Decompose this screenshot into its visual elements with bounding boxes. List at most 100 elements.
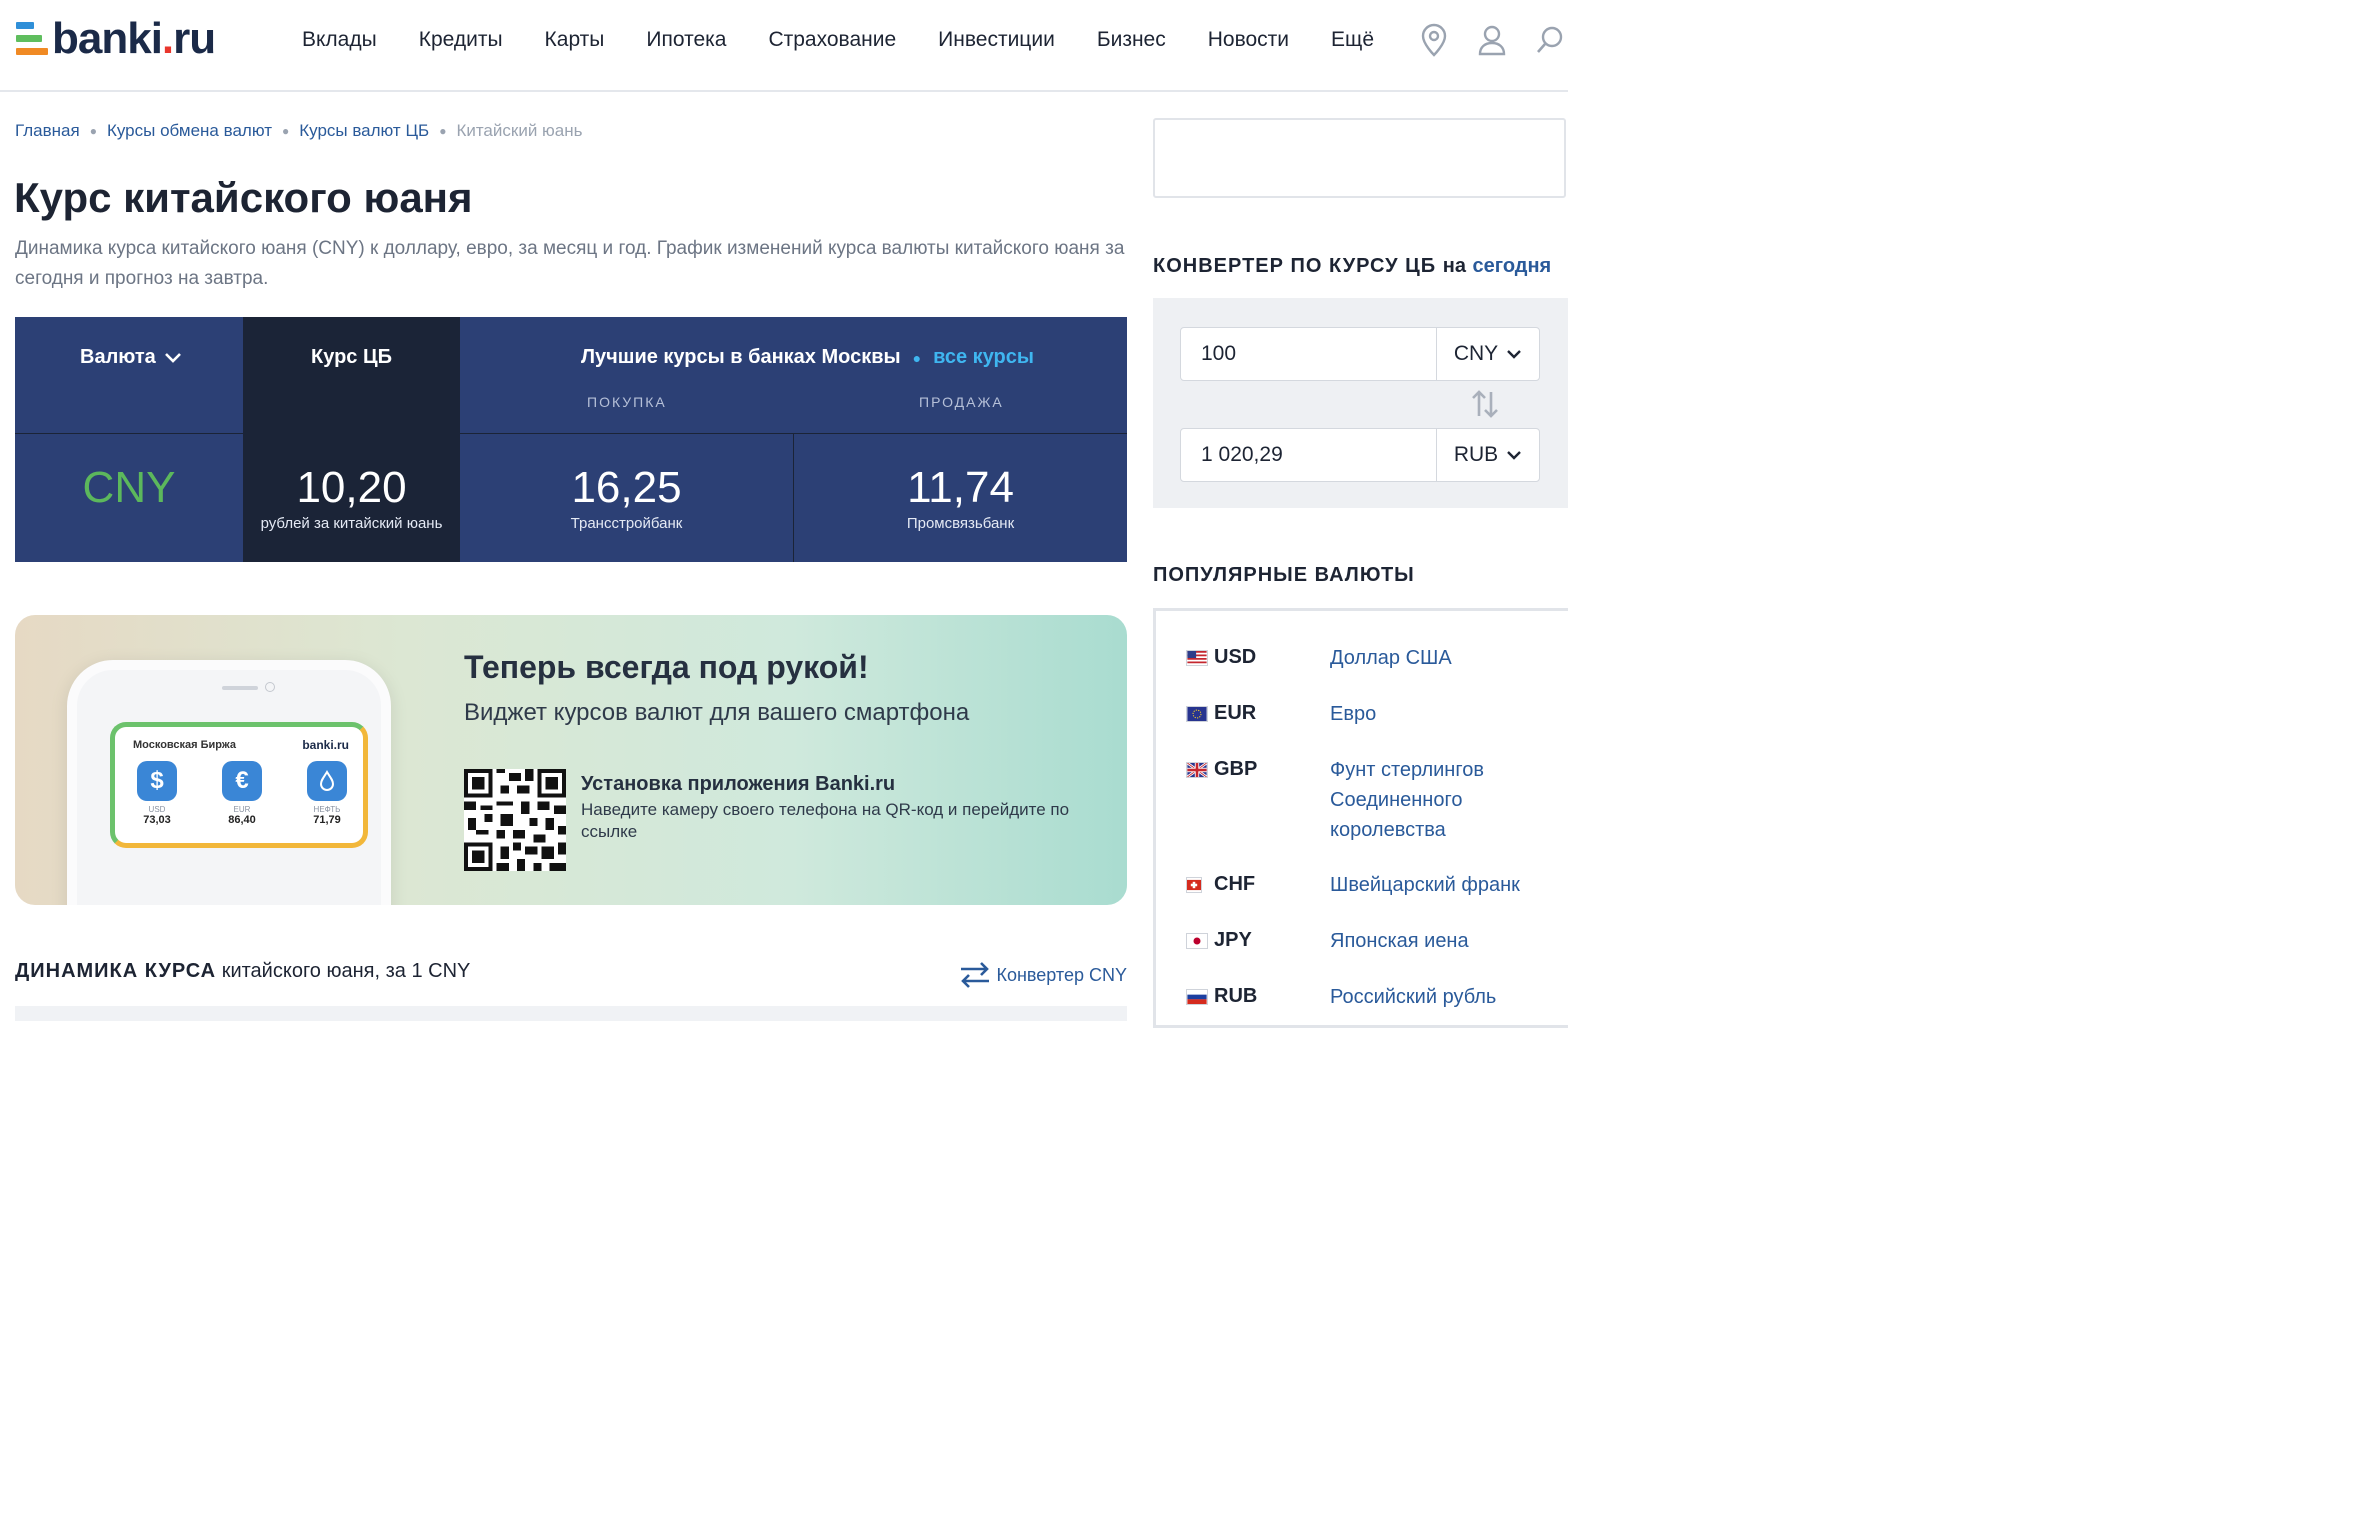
search-icon[interactable] — [1532, 22, 1568, 58]
currency-code: RUB — [1214, 985, 1258, 1007]
sell-label: ПРОДАЖА — [919, 394, 1004, 410]
location-icon[interactable] — [1416, 22, 1452, 58]
widget-exchange: Московская Биржа — [133, 739, 236, 751]
best-rates-label: Лучшие курсы в банках Москвы — [581, 346, 901, 368]
install-text: Наведите камеру своего телефона на QR-ко… — [581, 800, 1070, 841]
chevron-down-icon — [1507, 350, 1522, 359]
main-nav: Вклады Кредиты Карты Ипотека Страхование… — [302, 26, 1416, 54]
bullet: ● — [912, 349, 922, 366]
widget-item-oil: НЕФТЬ 71,79 — [297, 761, 357, 826]
cb-rate-header: Курс ЦБ — [311, 346, 392, 368]
converter-from-row: CNY — [1180, 327, 1540, 381]
all-rates-link[interactable]: все курсы — [933, 346, 1034, 369]
converter-from-input[interactable] — [1181, 328, 1437, 380]
converter-to-currency: RUB — [1453, 443, 1499, 466]
list-item: USD Доллар США — [1186, 646, 1550, 673]
currency-link[interactable]: Доллар США — [1330, 643, 1550, 673]
converter-title: КОНВЕРТЕР ПО КУРСУ ЦБ на сегодня — [1153, 255, 1551, 278]
currency-converter: CNY RUB — [1153, 298, 1568, 508]
user-icon[interactable] — [1474, 22, 1510, 58]
currency-code: CNY — [82, 463, 176, 512]
converter-to-input[interactable] — [1181, 429, 1437, 481]
converter-date-link[interactable]: сегодня — [1473, 255, 1552, 277]
crumb-separator: ● — [281, 124, 290, 138]
banki-logo[interactable]: banki.ru — [16, 17, 216, 61]
nav-credits[interactable]: Кредиты — [419, 26, 503, 54]
currency-link[interactable]: Фунт стерлингов Соединенного королевства — [1330, 755, 1550, 845]
buy-bank-name[interactable]: Трансстройбанк — [460, 515, 793, 532]
phone-camera — [265, 682, 275, 692]
nav-insurance[interactable]: Страхование — [768, 26, 896, 54]
japan-flag-icon — [1186, 933, 1208, 949]
currency-code: CHF — [1214, 873, 1256, 895]
page-description: Динамика курса китайского юаня (CNY) к д… — [15, 238, 1125, 289]
converter-to-row: RUB — [1180, 428, 1540, 482]
widget-item-value: 71,79 — [313, 814, 341, 826]
currency-dropdown[interactable]: Валюта — [80, 346, 182, 369]
rates-table: Валюта Курс ЦБ Лучшие курсы в банках Мос… — [15, 317, 1127, 562]
currency-code: JPY — [1214, 929, 1252, 951]
nav-deposits[interactable]: Вклады — [302, 26, 377, 54]
nav-news[interactable]: Новости — [1208, 26, 1289, 54]
crumb-exchange-rates[interactable]: Курсы обмена валют — [107, 121, 272, 141]
converter-cny-label: Конвертер CNY — [996, 964, 1128, 985]
dollar-icon: $ — [137, 761, 177, 801]
swap-arrows-icon — [960, 962, 989, 988]
buy-label: ПОКУПКА — [587, 394, 667, 410]
crumb-current: Китайский юань — [456, 121, 583, 140]
qr-code-icon — [464, 769, 566, 871]
nav-mortgage[interactable]: Ипотека — [646, 26, 726, 54]
popular-currencies-list: USD Доллар США EUR Евро GBP Фунт стерлин… — [1153, 608, 1568, 1028]
crumb-home[interactable]: Главная — [15, 121, 80, 141]
popular-currencies-title: ПОПУЛЯРНЫЕ ВАЛЮТЫ — [1153, 564, 1415, 586]
currency-link[interactable]: Японская иена — [1330, 926, 1550, 956]
russia-flag-icon — [1186, 989, 1208, 1005]
site-header: banki.ru Вклады Кредиты Карты Ипотека Ст… — [0, 0, 1568, 92]
currency-link[interactable]: Евро — [1330, 699, 1550, 729]
converter-title-on: на — [1442, 255, 1466, 277]
list-item: GBP Фунт стерлингов Соединенного королев… — [1186, 758, 1550, 845]
currency-link[interactable]: Швейцарский франк — [1330, 870, 1550, 900]
dynamics-title: ДИНАМИКА КУРСА китайского юаня, за 1 CNY — [15, 960, 470, 983]
list-item: RUB Российский рубль — [1186, 985, 1550, 1012]
currency-code: EUR — [1214, 702, 1257, 724]
list-item: JPY Японская иена — [1186, 929, 1550, 956]
rates-widget-preview: Московская Биржа banki.ru $ USD 73,03 € … — [110, 722, 368, 848]
phone-speaker — [222, 686, 258, 690]
crumb-cb-rates[interactable]: Курсы валют ЦБ — [299, 121, 429, 141]
currency-link[interactable]: Российский рубль — [1330, 982, 1550, 1012]
crumb-separator: ● — [439, 124, 447, 138]
cb-rate-value: 10,20 — [296, 463, 407, 512]
us-flag-icon — [1186, 650, 1208, 666]
sell-bank-name[interactable]: Промсвязьбанк — [794, 515, 1127, 532]
widget-item-label: EUR — [233, 805, 251, 814]
list-item: EUR Евро — [1186, 702, 1550, 729]
swiss-flag-icon — [1186, 877, 1202, 893]
sell-rate-value: 11,74 — [907, 463, 1014, 512]
converter-from-currency-select[interactable]: CNY — [1437, 328, 1539, 380]
converter-to-currency-select[interactable]: RUB — [1437, 429, 1539, 481]
promo-title: Теперь всегда под рукой! — [464, 649, 869, 685]
dynamics-title-bold: ДИНАМИКА КУРСА — [15, 960, 217, 982]
currency-dropdown-label: Валюта — [80, 346, 156, 368]
nav-investments[interactable]: Инвестиции — [938, 26, 1055, 54]
euro-icon: € — [222, 761, 262, 801]
chevron-down-icon — [1507, 451, 1522, 460]
breadcrumb: Главная ● Курсы обмена валют ● Курсы вал… — [15, 121, 583, 141]
currency-code: GBP — [1214, 758, 1258, 780]
widget-item-usd: $ USD 73,03 — [127, 761, 187, 826]
page-title: Курс китайского юаня — [14, 174, 473, 221]
widget-item-label: USD — [148, 805, 166, 814]
header-icons — [1394, 22, 1568, 58]
converter-cny-link[interactable]: Конвертер CNY — [959, 960, 1128, 990]
oil-drop-icon — [307, 761, 347, 801]
cb-rate-caption: рублей за китайский юань — [260, 515, 443, 532]
nav-cards[interactable]: Карты — [545, 26, 605, 54]
swap-currencies-icon[interactable] — [1469, 388, 1501, 420]
app-promo-banner: Московская Биржа banki.ru $ USD 73,03 € … — [15, 615, 1127, 905]
best-rates-header: Лучшие курсы в банках Москвы ● все курсы — [581, 346, 1034, 369]
widget-item-value: 86,40 — [228, 814, 256, 826]
nav-more[interactable]: Ещё — [1331, 26, 1374, 54]
promo-subtitle: Виджет курсов валют для вашего смартфона — [464, 699, 970, 726]
nav-business[interactable]: Бизнес — [1097, 26, 1166, 54]
